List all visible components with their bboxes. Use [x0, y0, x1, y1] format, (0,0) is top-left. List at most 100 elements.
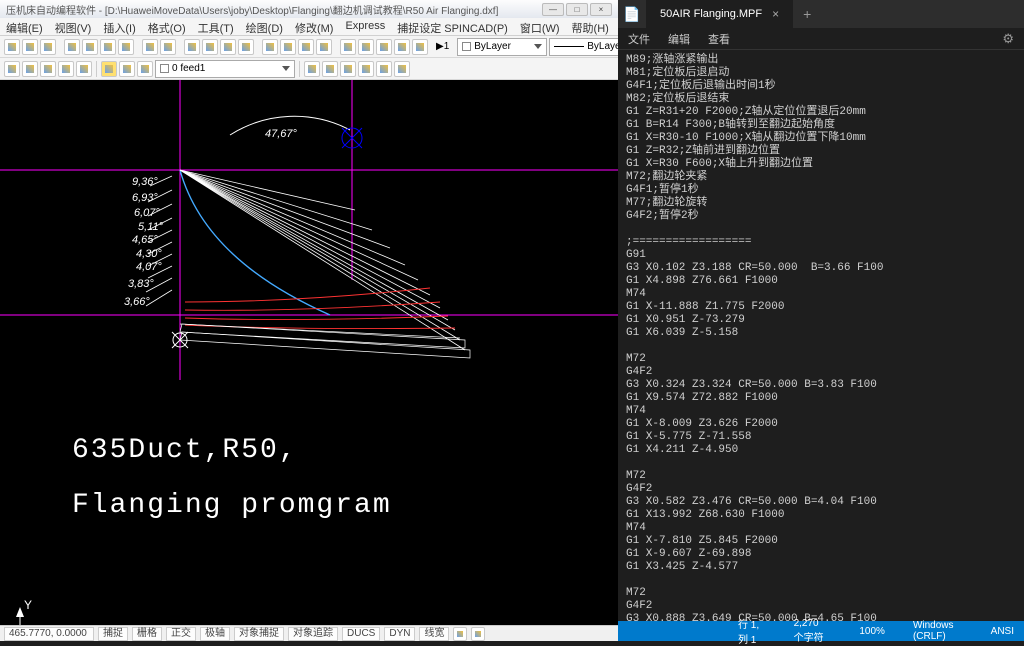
encoding[interactable]: ANSI	[991, 626, 1014, 637]
status-otrack[interactable]: 对象追踪	[288, 627, 338, 641]
light-icon[interactable]	[101, 61, 117, 77]
status-ortho[interactable]: 正交	[166, 627, 196, 641]
dimension-icon[interactable]	[376, 39, 392, 55]
copy-icon[interactable]	[100, 39, 116, 55]
text-icon[interactable]	[394, 39, 410, 55]
menu-file[interactable]: 文件	[628, 31, 650, 47]
status-icon-a[interactable]	[453, 627, 467, 641]
cut-icon[interactable]	[82, 39, 98, 55]
zoom-extents-icon[interactable]	[316, 39, 332, 55]
save-icon[interactable]	[40, 39, 56, 55]
cad-toolbar-1: ▶1 ByLayer ByLayer	[0, 36, 618, 58]
menu-item[interactable]: 视图(V)	[55, 20, 92, 33]
linetype-dropdown[interactable]: ByLayer	[549, 38, 618, 56]
angle-3: 6,07°	[134, 207, 160, 219]
status-lwt[interactable]: 线宽	[419, 627, 449, 641]
freeze-icon[interactable]	[119, 61, 135, 77]
menu-item[interactable]: 帮助(H)	[572, 20, 609, 33]
print-icon[interactable]	[64, 39, 80, 55]
menu-view[interactable]: 查看	[708, 31, 730, 47]
angle-4: 5,11°	[138, 221, 163, 233]
menu-item[interactable]: 格式(O)	[148, 20, 186, 33]
osnap-icon[interactable]	[76, 61, 92, 77]
code-editor[interactable]: M89;涨轴涨紧输出 M81;定位板后退启动 G4F1;定位板后退输出时间1秒 …	[618, 50, 1024, 621]
status-grid[interactable]: 栅格	[132, 627, 162, 641]
maximize-button[interactable]: □	[566, 3, 588, 16]
minimize-button[interactable]: —	[542, 3, 564, 16]
angle-top: 47,67°	[265, 128, 297, 140]
angle-8: 3,83°	[128, 278, 154, 290]
layer-name-dropdown[interactable]: 0 feed1	[155, 60, 295, 78]
char-count: 2,270 个字符	[794, 618, 832, 644]
cad-status-bar: 465.7770, 0.0000 捕捉 栅格 正交 极轴 对象捕捉 对象追踪 D…	[0, 625, 618, 641]
pan-icon[interactable]	[298, 39, 314, 55]
menu-item[interactable]: 工具(T)	[198, 20, 234, 33]
tool-f-icon[interactable]	[394, 61, 410, 77]
menu-item[interactable]: 编辑(E)	[6, 20, 43, 33]
circle-icon[interactable]	[220, 39, 236, 55]
menu-item[interactable]: 绘图(D)	[246, 20, 283, 33]
new-tab-button[interactable]: +	[793, 6, 821, 22]
menu-item[interactable]: Express	[345, 20, 385, 33]
editor-tab-bar: 📄 50AIR Flanging.MPF × +	[618, 0, 1024, 28]
cad-menu-bar: 编辑(E) 视图(V) 插入(I) 格式(O) 工具(T) 绘图(D) 修改(M…	[0, 18, 618, 36]
status-polar[interactable]: 极轴	[200, 627, 230, 641]
layer-label: ByLayer	[474, 41, 511, 52]
file-icon[interactable]: 📄	[618, 0, 646, 28]
hatch-icon[interactable]	[412, 39, 428, 55]
tool-a-icon[interactable]	[304, 61, 320, 77]
menu-edit[interactable]: 编辑	[668, 31, 690, 47]
chevron-down-icon	[282, 66, 290, 71]
status-snap[interactable]: 捕捉	[98, 627, 128, 641]
eol-mode[interactable]: Windows (CRLF)	[913, 620, 963, 642]
drawing-text-2: Flanging promgram	[72, 490, 392, 521]
ortho-icon[interactable]	[40, 61, 56, 77]
cursor-pos[interactable]: 行 1, 列 1	[738, 616, 766, 646]
line-icon[interactable]	[184, 39, 200, 55]
polar-icon[interactable]	[58, 61, 74, 77]
angle-9: 3,66°	[124, 296, 150, 308]
open-icon[interactable]	[22, 39, 38, 55]
close-button[interactable]: ×	[590, 3, 612, 16]
undo-icon[interactable]	[142, 39, 158, 55]
editor-tab[interactable]: 50AIR Flanging.MPF ×	[646, 0, 793, 28]
drawing-text-1: 635Duct,R50,	[72, 435, 298, 466]
arc-icon[interactable]	[202, 39, 218, 55]
tool-c-icon[interactable]	[340, 61, 356, 77]
cad-toolbar-2: 0 feed1	[0, 58, 618, 80]
paste-icon[interactable]	[118, 39, 134, 55]
tool-b-icon[interactable]	[322, 61, 338, 77]
menu-item[interactable]: 捕捉设定 SPINCAD(P)	[397, 20, 508, 33]
grid-icon[interactable]	[22, 61, 38, 77]
angle-7: 4,07°	[136, 261, 162, 273]
redo-icon[interactable]	[160, 39, 176, 55]
menu-item[interactable]: 窗口(W)	[520, 20, 560, 33]
angle-2: 6,93°	[132, 192, 158, 204]
zoom-out-icon[interactable]	[280, 39, 296, 55]
close-tab-icon[interactable]: ×	[772, 7, 779, 21]
new-icon[interactable]	[4, 39, 20, 55]
snap-icon[interactable]	[4, 61, 20, 77]
editor-menu-bar: 文件 编辑 查看 ⚙	[618, 28, 1024, 50]
status-osnap[interactable]: 对象捕捉	[234, 627, 284, 641]
properties-icon[interactable]	[358, 39, 374, 55]
svg-text:Y: Y	[24, 598, 32, 612]
status-icon-b[interactable]	[471, 627, 485, 641]
tool-e-icon[interactable]	[376, 61, 392, 77]
layer-dropdown[interactable]: ByLayer	[457, 38, 547, 56]
rect-icon[interactable]	[238, 39, 254, 55]
cad-canvas[interactable]: 47,67° 9,36° 6,93° 6,07° 5,11° 4,65° 4,3…	[0, 80, 618, 625]
angle-1: 9,36°	[132, 176, 158, 188]
zoom-in-icon[interactable]	[262, 39, 278, 55]
tab-label: 50AIR Flanging.MPF	[660, 8, 762, 20]
zoom-level[interactable]: 100%	[859, 626, 885, 637]
gear-icon[interactable]: ⚙	[1002, 31, 1014, 47]
layer-icon[interactable]	[340, 39, 356, 55]
status-ducs[interactable]: DUCS	[342, 627, 380, 641]
lock-icon[interactable]	[137, 61, 153, 77]
menu-item[interactable]: 插入(I)	[103, 20, 135, 33]
status-dyn[interactable]: DYN	[384, 627, 415, 641]
menu-item[interactable]: 修改(M)	[295, 20, 334, 33]
cad-title-bar: 压机床自动编程软件 - [D:\HuaweiMoveData\Users\job…	[0, 0, 618, 18]
tool-d-icon[interactable]	[358, 61, 374, 77]
